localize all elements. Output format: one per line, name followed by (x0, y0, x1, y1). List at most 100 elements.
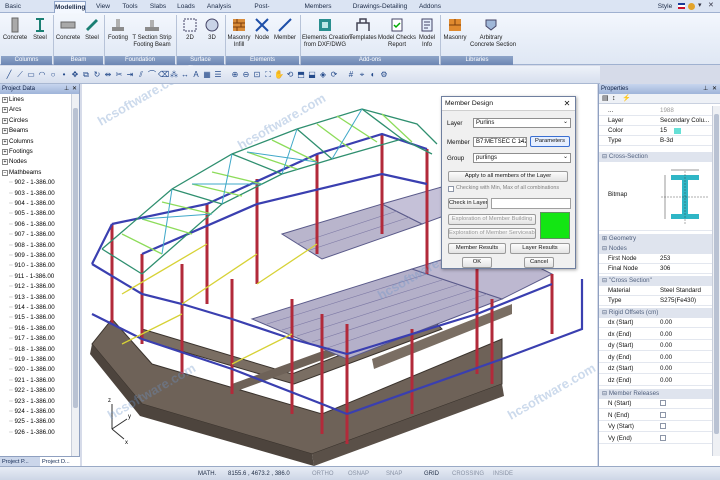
tab-view[interactable]: View (93, 1, 113, 13)
zoom-extents-icon[interactable]: ⛶ (263, 69, 273, 80)
expand-icon[interactable]: + (2, 138, 8, 145)
apply-to-layer-button[interactable]: Apply to all members of the Layer (448, 171, 568, 182)
property-row[interactable]: dz (End) 0.00 (599, 376, 713, 386)
dialog-close-icon[interactable]: ✕ (562, 98, 572, 109)
masonry-button[interactable]: Masonry (442, 17, 468, 42)
property-row[interactable]: Layer Secondary Colu... (599, 116, 713, 126)
member-results-button[interactable]: Member Results (448, 243, 506, 254)
tree-item[interactable]: + Columns (2, 137, 33, 147)
member-select[interactable]: B7:METSEC C 142 (473, 137, 527, 147)
zoom-out-icon[interactable]: ⊖ (241, 69, 251, 80)
model-info-button[interactable]: Model Info (417, 17, 437, 48)
mathbeam-item[interactable]: ┈ 910 - 1-386.00 (9, 261, 55, 271)
rotate-tool-icon[interactable]: ↻ (92, 69, 102, 80)
property-row[interactable]: N (End) (599, 411, 713, 421)
pan-icon[interactable]: ✋ (274, 69, 284, 80)
mathbeam-item[interactable]: ┈ 909 - 1-386.00 (9, 251, 55, 261)
collapse-icon[interactable]: − (2, 169, 8, 176)
view-top-icon[interactable]: ⬒ (296, 69, 306, 80)
expand-icon[interactable]: + (2, 117, 8, 124)
mathbeam-item[interactable]: ┈ 906 - 1-386.00 (9, 220, 55, 230)
lightning-icon[interactable]: ⚡ (622, 94, 631, 104)
concrete-column-button[interactable]: Concrete (2, 17, 28, 42)
property-row[interactable]: Type S275(Fe430) (599, 296, 713, 306)
trim-tool-icon[interactable]: ✂ (114, 69, 124, 80)
toggle-grid[interactable]: GRID (424, 469, 439, 479)
category-cross-section[interactable]: ⊟ Cross-Section (599, 152, 713, 162)
tab-slabs[interactable]: Slabs (148, 1, 168, 13)
toggle-ortho[interactable]: ORTHO (312, 469, 334, 479)
expand-icon[interactable]: + (2, 159, 8, 166)
mathbeam-item[interactable]: ┈ 926 - 1-386.00 (9, 428, 55, 438)
masonry-infill-button[interactable]: Masonry Infill (227, 17, 251, 48)
style-menu[interactable]: Style (656, 1, 674, 13)
category-cross-section-2[interactable]: ⊟ "Cross Section" (599, 276, 713, 286)
tree-scrollbar[interactable] (71, 94, 79, 456)
settings-icon[interactable]: ⚙ (379, 69, 389, 80)
property-row[interactable]: Vy (End) (599, 434, 713, 444)
property-row[interactable]: dx (Start) 0.00 (599, 318, 713, 328)
pin-icon[interactable]: ⊥ (703, 85, 711, 93)
property-row[interactable]: dy (Start) 0.00 (599, 341, 713, 351)
cancel-button[interactable]: Cancel (524, 257, 554, 268)
tab-analysis[interactable]: Analysis (206, 1, 232, 13)
toggle-inside[interactable]: INSIDE (493, 469, 513, 479)
extend-tool-icon[interactable]: ⇥ (125, 69, 135, 80)
mathbeam-item[interactable]: ┈ 907 - 1-386.00 (9, 230, 55, 240)
templates-button[interactable]: Templates (349, 17, 377, 42)
check-in-layer-button[interactable]: Check in Layer (448, 198, 488, 209)
fillet-tool-icon[interactable]: ⌒ (147, 69, 157, 80)
mathbeam-item[interactable]: ┈ 921 - 1-386.00 (9, 376, 55, 386)
category-nodes[interactable]: ⊟ Nodes (599, 244, 713, 254)
property-row[interactable]: dy (End) 0.00 (599, 353, 713, 363)
release-checkbox[interactable] (660, 423, 666, 429)
member-button[interactable]: Member (273, 17, 297, 42)
category-geometry[interactable]: ⊞ Geometry (599, 234, 713, 244)
mathbeam-item[interactable]: ┈ 911 - 1-386.00 (9, 272, 54, 282)
layer-select[interactable]: Purlins (473, 118, 571, 128)
tab-post-processor[interactable]: Post-Processor (240, 1, 284, 21)
ok-button[interactable]: OK (462, 257, 492, 268)
concrete-beam-button[interactable]: Concrete (55, 17, 81, 42)
mathbeam-item[interactable]: ┈ 920 - 1-386.00 (9, 365, 55, 375)
property-row[interactable]: Color 15 (599, 126, 713, 136)
dxf-import-button[interactable]: Elements Creation from DXF/DWG (302, 17, 351, 48)
property-row[interactable]: dz (Start) 0.00 (599, 364, 713, 374)
category-member-releases[interactable]: ⊟ Member Releases (599, 389, 713, 399)
release-checkbox[interactable] (660, 411, 666, 418)
property-row[interactable]: N (Start) (599, 399, 713, 409)
view-iso-icon[interactable]: ◈ (318, 69, 328, 80)
mathbeam-item[interactable]: ┈ 918 - 1-386.00 (9, 345, 55, 355)
expand-icon[interactable]: + (2, 149, 8, 155)
move-tool-icon[interactable]: ✥ (70, 69, 80, 80)
hatch-tool-icon[interactable]: ▦ (202, 69, 212, 80)
steel-beam-button[interactable]: Steel (82, 17, 102, 42)
release-checkbox[interactable] (660, 400, 666, 406)
tree-item[interactable]: + Footings (2, 147, 33, 157)
toggle-crossing[interactable]: CROSSING (452, 469, 484, 479)
property-row[interactable]: ... 1988 (599, 106, 713, 116)
rectangle-tool-icon[interactable]: ▭ (26, 69, 36, 80)
mathbeam-item[interactable]: ┈ 908 - 1-386.00 (9, 241, 55, 251)
mathbeam-item[interactable]: ┈ 922 - 1-386.00 (9, 386, 55, 396)
mirror-tool-icon[interactable]: ⇹ (103, 69, 113, 80)
language-flag-icon[interactable] (678, 3, 685, 9)
surface-3d-button[interactable]: 3D (202, 17, 222, 42)
tab-tools[interactable]: Tools (120, 1, 140, 13)
zoom-in-icon[interactable]: ⊕ (230, 69, 240, 80)
point-tool-icon[interactable]: • (59, 69, 69, 80)
properties-scrollbar[interactable] (712, 106, 720, 456)
orbit-icon[interactable]: ⟲ (285, 69, 295, 80)
view-front-icon[interactable]: ⬓ (307, 69, 317, 80)
pin-icon[interactable]: ⊥ (64, 85, 71, 93)
group-select[interactable]: purlings (473, 153, 571, 163)
tab-addons[interactable]: Addons (418, 1, 442, 13)
footing-button[interactable]: Footing (106, 17, 130, 42)
array-tool-icon[interactable]: ⁂ (169, 69, 179, 80)
mathbeam-item[interactable]: ┈ 925 - 1-386.00 (9, 417, 55, 427)
dimension-tool-icon[interactable]: ↔ (180, 69, 190, 80)
text-tool-icon[interactable]: A (191, 69, 201, 80)
render-icon[interactable]: ◐ (368, 69, 378, 80)
circle-tool-icon[interactable]: ○ (48, 69, 58, 80)
categorized-icon[interactable]: ▤ (602, 94, 609, 104)
